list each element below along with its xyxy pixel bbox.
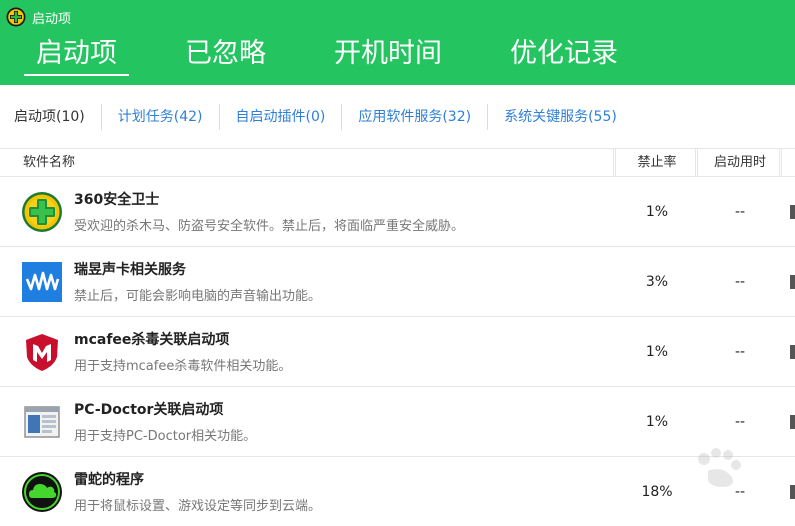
row-disable-rate: 18% [641,484,673,500]
360-shield-icon [22,192,62,232]
main-tabs: 启动项 已忽略 开机时间 优化记录 [24,34,674,82]
subtab-startup-items[interactable]: 启动项(10) [0,104,101,130]
column-resize-handle[interactable] [779,149,782,177]
row-disable-rate: 1% [645,414,669,430]
row-title: 雷蛇的程序 [74,472,144,488]
column-resize-handle[interactable] [695,149,698,177]
tab-startup[interactable]: 启动项 [24,34,129,78]
mcafee-shield-icon [26,334,58,371]
row-startup-time: -- [734,484,746,500]
row-action-button[interactable] [790,415,795,429]
row-title: mcafee杀毒关联启动项 [74,332,230,348]
tab-optimize-log[interactable]: 优化记录 [498,34,630,78]
table-row[interactable]: PC-Doctor关联启动项 用于支持PC-Doctor相关功能。 1% -- [0,387,795,457]
column-header-time[interactable]: 启动用时 [700,149,780,177]
subtab-app-services[interactable]: 应用软件服务(32) [341,104,487,130]
audio-wave-icon [22,262,62,302]
window-title: 启动项 [32,11,72,27]
row-startup-time: -- [734,204,746,220]
sub-tabs: 启动项(10) 计划任务(42) 自启动插件(0) 应用软件服务(32) 系统关… [0,98,795,136]
row-title: PC-Doctor关联启动项 [74,402,224,418]
tab-boot-time[interactable]: 开机时间 [322,34,454,78]
table-row[interactable]: 瑞昱声卡相关服务 禁止后，可能会影响电脑的声音输出功能。 3% -- [0,247,795,317]
row-action-button[interactable] [790,275,795,289]
pc-doctor-window-icon [24,406,60,438]
table-header: 软件名称 禁止率 启动用时 [0,148,795,177]
subtab-scheduled-tasks[interactable]: 计划任务(42) [100,104,219,130]
table-row[interactable]: 360安全卫士 受欢迎的杀木马、防盗号安全软件。禁止后，将面临严重安全威胁。 1… [0,177,795,247]
titlebar: 启动项 [6,7,71,27]
subtab-startup-plugins[interactable]: 自启动插件(0) [218,104,342,130]
row-startup-time: -- [734,344,746,360]
row-description: 用于支持PC-Doctor相关功能。 [74,429,257,444]
subtab-system-services[interactable]: 系统关键服务(55) [487,104,633,130]
column-header-name[interactable]: 软件名称 [23,149,75,177]
row-description: 禁止后，可能会影响电脑的声音输出功能。 [74,289,322,304]
row-description: 用于将鼠标设置、游戏设定等同步到云端。 [74,499,322,514]
row-action-button[interactable] [790,205,795,219]
app-header: 启动项 启动项 已忽略 开机时间 优化记录 [0,0,795,85]
row-description: 受欢迎的杀木马、防盗号安全软件。禁止后，将面临严重安全威胁。 [74,219,465,234]
360-logo-icon [6,7,26,27]
row-description: 用于支持mcafee杀毒软件相关功能。 [74,359,292,374]
row-action-button[interactable] [790,345,795,359]
tab-ignored[interactable]: 已忽略 [173,34,278,78]
row-disable-rate: 1% [645,204,669,220]
row-startup-time: -- [734,274,746,290]
row-disable-rate: 3% [645,274,669,290]
column-header-rate[interactable]: 禁止率 [618,149,696,177]
row-action-button[interactable] [790,485,795,499]
table-row[interactable]: mcafee杀毒关联启动项 用于支持mcafee杀毒软件相关功能。 1% -- [0,317,795,387]
row-disable-rate: 1% [645,344,669,360]
row-title: 360安全卫士 [74,192,160,208]
startup-list: 360安全卫士 受欢迎的杀木马、防盗号安全软件。禁止后，将面临严重安全威胁。 1… [0,177,795,526]
razer-cloud-icon [22,472,62,512]
column-resize-handle[interactable] [613,149,616,177]
table-row[interactable]: 雷蛇的程序 用于将鼠标设置、游戏设定等同步到云端。 18% -- [0,457,795,526]
row-startup-time: -- [734,414,746,430]
row-title: 瑞昱声卡相关服务 [74,262,186,278]
